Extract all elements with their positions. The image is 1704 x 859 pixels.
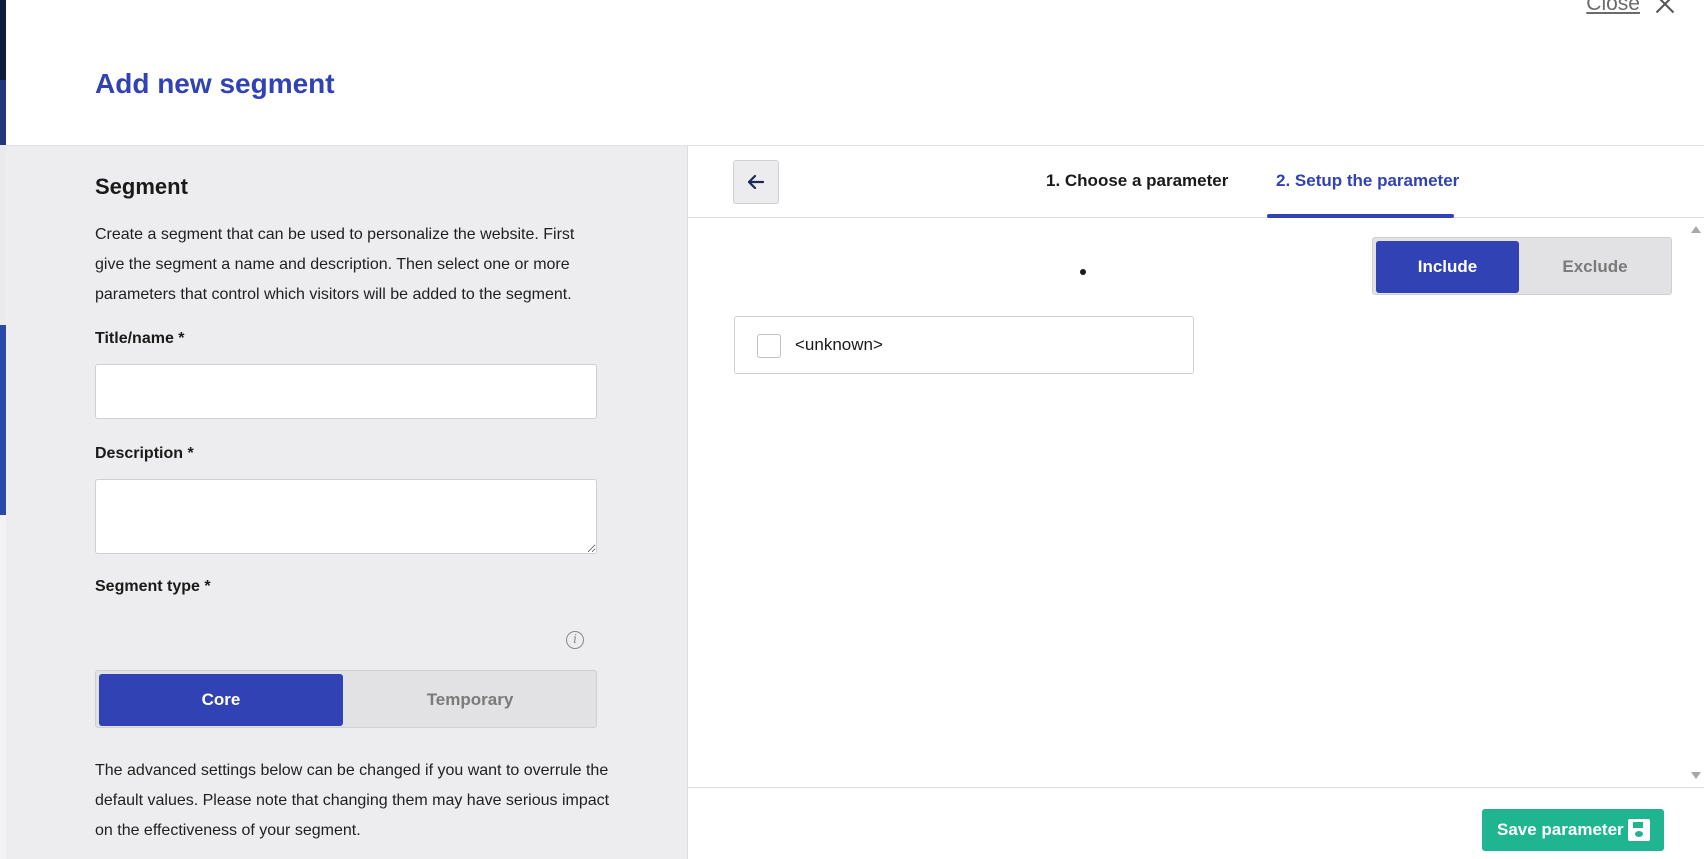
value-checkbox[interactable] — [757, 334, 781, 358]
parameter-tabs: 1. Choose a parameter 2. Setup the param… — [688, 146, 1704, 218]
segment-type-core[interactable]: Core — [99, 674, 343, 726]
tab-setup-parameter[interactable]: 2. Setup the parameter — [1276, 171, 1459, 191]
close-icon[interactable] — [1654, 0, 1676, 15]
close-area: Close — [1586, 0, 1676, 16]
active-tab-indicator — [1267, 214, 1454, 218]
include-option[interactable]: Include — [1376, 241, 1519, 293]
parameter-footer: Save parameter — [688, 787, 1704, 859]
scroll-down-arrow-icon[interactable] — [1691, 772, 1701, 779]
segment-form-panel: Segment Create a segment that can be use… — [6, 146, 688, 859]
section-title: Segment — [95, 174, 188, 199]
save-parameter-button[interactable]: Save parameter — [1482, 809, 1664, 851]
parameter-value-row[interactable]: <unknown> — [734, 316, 1194, 374]
description-label: Description * — [95, 445, 194, 462]
value-label: <unknown> — [795, 335, 883, 354]
add-segment-modal: Close Add new segment Segment Create a s… — [6, 0, 1704, 859]
parameter-panel: 1. Choose a parameter 2. Setup the param… — [688, 146, 1704, 859]
info-icon[interactable]: i — [566, 631, 584, 649]
segment-type-toggle: Core Temporary — [95, 670, 597, 728]
back-button[interactable] — [733, 160, 779, 204]
segment-type-temporary[interactable]: Temporary — [346, 674, 594, 726]
title-label: Title/name * — [95, 330, 185, 347]
floppy-disk-icon — [1628, 819, 1650, 841]
include-exclude-toggle: Include Exclude — [1372, 237, 1672, 295]
exclude-option[interactable]: Exclude — [1521, 241, 1669, 293]
modal-title: Add new segment — [95, 68, 335, 99]
title-input[interactable] — [95, 364, 597, 419]
description-textarea[interactable] — [95, 479, 597, 554]
arrow-left-icon — [748, 175, 764, 189]
segment-type-label: Segment type * — [95, 578, 211, 595]
advanced-settings-text: The advanced settings below can be chang… — [95, 762, 610, 839]
scrollbar[interactable] — [1688, 218, 1704, 787]
scroll-up-arrow-icon[interactable] — [1691, 226, 1701, 233]
bullet-dot — [1080, 269, 1086, 275]
close-link[interactable]: Close — [1586, 0, 1640, 16]
save-parameter-label: Save parameter — [1497, 820, 1624, 839]
tab-choose-parameter[interactable]: 1. Choose a parameter — [1046, 171, 1228, 191]
intro-text: Create a segment that can be used to per… — [95, 226, 575, 303]
